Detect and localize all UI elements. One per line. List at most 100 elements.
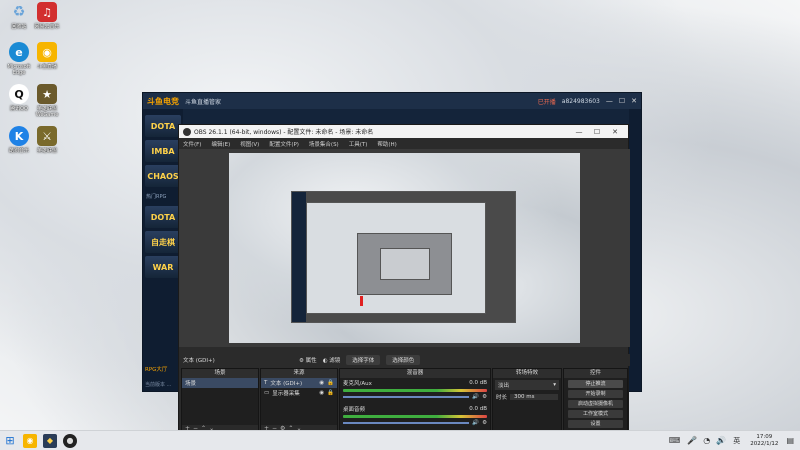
settings-button[interactable]: 设置 (568, 420, 623, 428)
netease-music-icon: ♫ (37, 2, 57, 22)
desktop-icon-netease-music[interactable]: ♫ 网易云音乐 (30, 2, 64, 30)
wegame-icon: ★ (37, 84, 57, 104)
source-item[interactable]: ▭ 显示器采集 ◉ 🔒 (261, 388, 337, 398)
source-properties-button[interactable]: ⚙ 属性 (299, 356, 317, 364)
select-color-button[interactable]: 选择颜色 (386, 355, 421, 365)
taskbar-app-game-icon[interactable]: ◆ (43, 433, 57, 448)
recycle-bin-icon: ♻ (12, 4, 26, 20)
obs-titlebar[interactable]: OBS 26.1.1 (64-bit, windows) - 配置文件: 未命名… (179, 125, 628, 138)
select-font-button[interactable]: 选择字体 (346, 355, 381, 365)
microphone-icon[interactable]: 🎤 (687, 436, 697, 445)
douyu-right-panel (629, 109, 641, 391)
obs-preview-canvas[interactable] (229, 153, 580, 343)
speaker-icon[interactable]: 🔊 (472, 394, 479, 400)
menu-file[interactable]: 文件(F) (183, 140, 201, 148)
stop-streaming-button[interactable]: 停止推流 (568, 380, 623, 388)
menu-view[interactable]: 视图(V) (240, 140, 259, 148)
game-tile[interactable]: DOTA (145, 206, 181, 228)
eye-icon[interactable]: ◉ (319, 390, 324, 396)
game-tile[interactable]: WAR (145, 256, 181, 278)
menu-tools[interactable]: 工具(T) (349, 140, 368, 148)
transition-duration-input[interactable]: 300 ms (510, 394, 558, 400)
game-tile[interactable]: 自走棋 (145, 231, 181, 253)
scene-item[interactable]: 场景 (182, 378, 258, 388)
desktop-icon-wegame[interactable]: ★ 英雄联盟 WeGame (30, 84, 64, 118)
lol-icon: ⚔ (37, 126, 57, 146)
ime-icon[interactable]: 英 (733, 436, 740, 446)
wifi-icon[interactable]: ◔ (703, 436, 710, 445)
source-item[interactable]: T 文本 (GDI+) ◉ 🔒 (261, 378, 337, 388)
douyu-icon: ◉ (37, 42, 57, 62)
window-maximize-icon[interactable]: ☐ (619, 97, 625, 105)
speaker-icon[interactable]: 🔊 (472, 420, 479, 426)
nested-capture-3 (357, 233, 452, 295)
nested-capture-1 (291, 191, 516, 323)
gear-icon[interactable]: ⚙ (482, 394, 487, 400)
clock-date: 2022/1/12 (750, 440, 779, 447)
transitions-dock: 转场特效 淡出 ▾ 时长 300 ms (492, 368, 562, 434)
source-filters-button[interactable]: ◐ 滤镜 (323, 356, 341, 364)
transition-type-value: 淡出 (498, 383, 510, 389)
mixer-track-controls: 🔊 ⚙ (340, 419, 490, 427)
sources-dock: 来源 T 文本 (GDI+) ◉ 🔒 ▭ 显示器采集 ◉ 🔒 +−⚙⌃⌄ (260, 368, 338, 434)
mixer-track: 桌面音频 0.0 dB (340, 404, 490, 414)
obs-window-title: OBS 26.1.1 (64-bit, windows) - 配置文件: 未命名… (194, 129, 374, 136)
audio-meter (343, 389, 487, 392)
menu-help[interactable]: 帮助(H) (377, 140, 396, 148)
obs-preview-area[interactable] (179, 149, 630, 347)
window-close-icon[interactable]: ✕ (606, 128, 624, 136)
desktop-icon-douyu[interactable]: ◉ 斗鱼直播 (30, 42, 64, 70)
douyu-game-sidebar: DOTA IMBA CHAOS 热门RPG DOTA 自走棋 WAR RPG大厅… (143, 109, 183, 391)
desktop-icon-lol[interactable]: ⚔ 英雄联盟 (30, 126, 64, 154)
volume-icon[interactable]: 🔊 (716, 436, 726, 445)
window-minimize-icon[interactable]: — (606, 97, 613, 105)
lock-icon[interactable]: 🔒 (327, 390, 334, 396)
edge-icon: e (9, 42, 29, 62)
taskbar-app-douyu-icon[interactable]: ◉ (23, 433, 37, 448)
qq-penguin-icon: Q (9, 84, 29, 104)
game-tile[interactable]: CHAOS (145, 165, 181, 187)
mixer-track-controls: 🔊 ⚙ (340, 393, 490, 401)
menu-profile[interactable]: 配置文件(P) (269, 140, 299, 148)
source-toolbar: 文本 (GDI+) ⚙ 属性 ◐ 滤镜 选择字体 选择颜色 (179, 354, 630, 366)
volume-slider[interactable] (343, 422, 470, 424)
taskbar-app-obs-icon[interactable]: ● (63, 433, 77, 448)
eye-icon[interactable]: ◉ (319, 380, 324, 386)
scenes-dock-title: 场景 (182, 369, 258, 378)
studio-mode-button[interactable]: 工作室模式 (568, 410, 623, 418)
douyu-statusbar: 当前版本 ... (145, 382, 172, 388)
window-minimize-icon[interactable]: — (570, 128, 588, 136)
start-recording-button[interactable]: 开始录制 (568, 390, 623, 398)
douyu-titlebar[interactable]: 斗鱼电竞 斗鱼直播管家 已开播 a824983603 — ☐ ✕ (143, 93, 641, 109)
transition-type-select[interactable]: 淡出 ▾ (495, 380, 559, 390)
chevron-down-icon: ▾ (553, 382, 556, 388)
window-maximize-icon[interactable]: ☐ (588, 128, 606, 136)
controls-dock-title: 控件 (564, 369, 627, 378)
obs-window[interactable]: OBS 26.1.1 (64-bit, windows) - 配置文件: 未命名… (178, 124, 630, 438)
desktop-icon-label: 英雄联盟 (36, 148, 57, 154)
nested-capture-2 (306, 202, 486, 314)
mixer-track-name: 桌面音频 (343, 407, 366, 413)
window-close-icon[interactable]: ✕ (631, 97, 637, 105)
keyboard-icon[interactable]: ⌨ (669, 436, 681, 445)
windows-start-icon[interactable]: ⊞ (3, 434, 17, 448)
menu-scene-collection[interactable]: 场景集合(S) (309, 140, 339, 148)
obs-menubar: 文件(F) 编辑(E) 视图(V) 配置文件(P) 场景集合(S) 工具(T) … (179, 138, 628, 149)
game-tile[interactable]: IMBA (145, 140, 181, 162)
rpg-hall-label[interactable]: RPG大厅 (145, 365, 167, 373)
douyu-logo: 斗鱼电竞 (147, 96, 179, 106)
clock[interactable]: 17:09 2022/1/12 (750, 434, 778, 448)
game-tile[interactable]: DOTA (145, 115, 181, 137)
gear-icon[interactable]: ⚙ (482, 420, 487, 426)
obs-app-icon (183, 127, 191, 136)
transitions-dock-title: 转场特效 (493, 369, 561, 378)
volume-slider[interactable] (343, 396, 470, 398)
douyu-user[interactable]: a824983603 (562, 98, 600, 105)
source-item-label: 显示器采集 (272, 391, 300, 397)
current-source-label: 文本 (GDI+) (183, 358, 215, 364)
menu-edit[interactable]: 编辑(E) (211, 140, 230, 148)
lock-icon[interactable]: 🔒 (327, 380, 334, 386)
notification-icon[interactable]: ▤ (786, 436, 794, 445)
desktop-icon-label: 网易云音乐 (34, 24, 60, 30)
start-virtual-camera-button[interactable]: 启动虚拟摄像机 (568, 400, 623, 408)
